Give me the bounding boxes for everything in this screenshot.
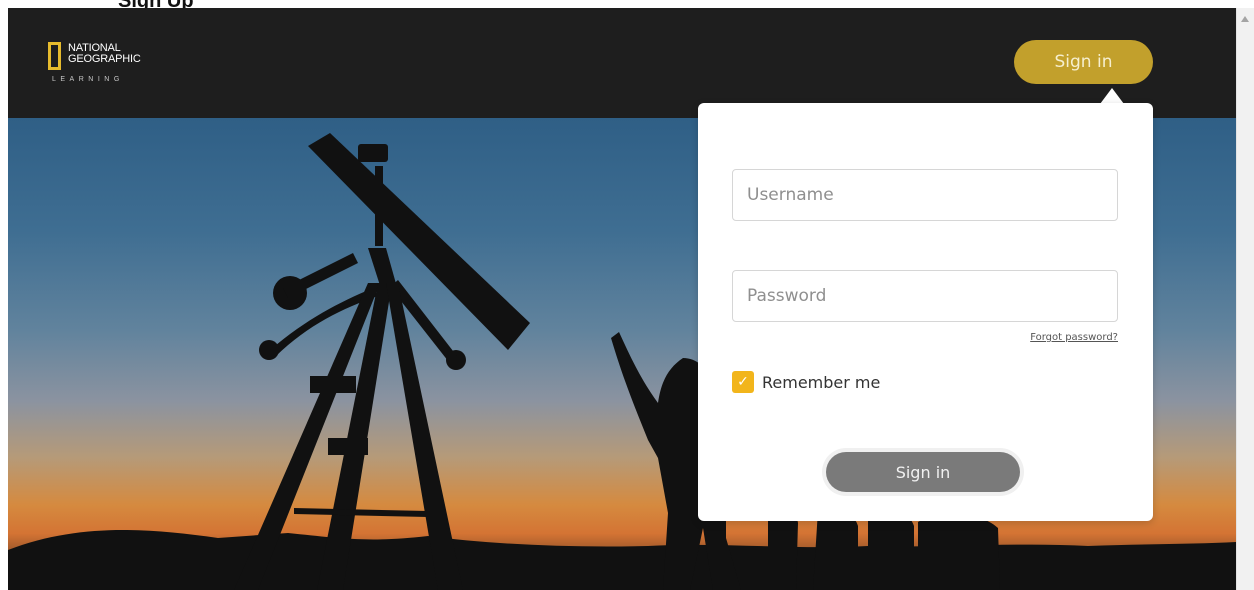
forgot-password-link[interactable]: Forgot password? (1018, 332, 1118, 343)
header-signin-button[interactable]: Sign in (1014, 40, 1153, 84)
logo-line-2: GEOGRAPHIC (68, 53, 141, 65)
remember-me-checkbox-row[interactable]: ✓ Remember me (732, 371, 880, 393)
top-strip: Sign Up (0, 0, 1254, 12)
vertical-scrollbar[interactable] (1236, 8, 1254, 590)
username-input[interactable] (732, 169, 1118, 221)
popover-caret (1100, 88, 1124, 104)
remember-me-label[interactable]: Remember me (762, 373, 880, 392)
scroll-up-icon[interactable] (1241, 16, 1249, 22)
signin-submit-button[interactable]: Sign in (826, 452, 1020, 492)
page-stage: NATIONAL GEOGRAPHIC LEARNING Sign in Use… (8, 8, 1236, 590)
check-icon[interactable]: ✓ (732, 371, 754, 393)
logo-subtitle: LEARNING (52, 76, 124, 83)
submit-button-outline: Sign in (822, 448, 1024, 496)
password-input[interactable] (732, 270, 1118, 322)
site-header: NATIONAL GEOGRAPHIC LEARNING Sign in (8, 8, 1236, 118)
signin-popover: Forgot password? ✓ Remember me Sign in (698, 103, 1153, 521)
logo-yellow-frame-icon (48, 42, 61, 70)
